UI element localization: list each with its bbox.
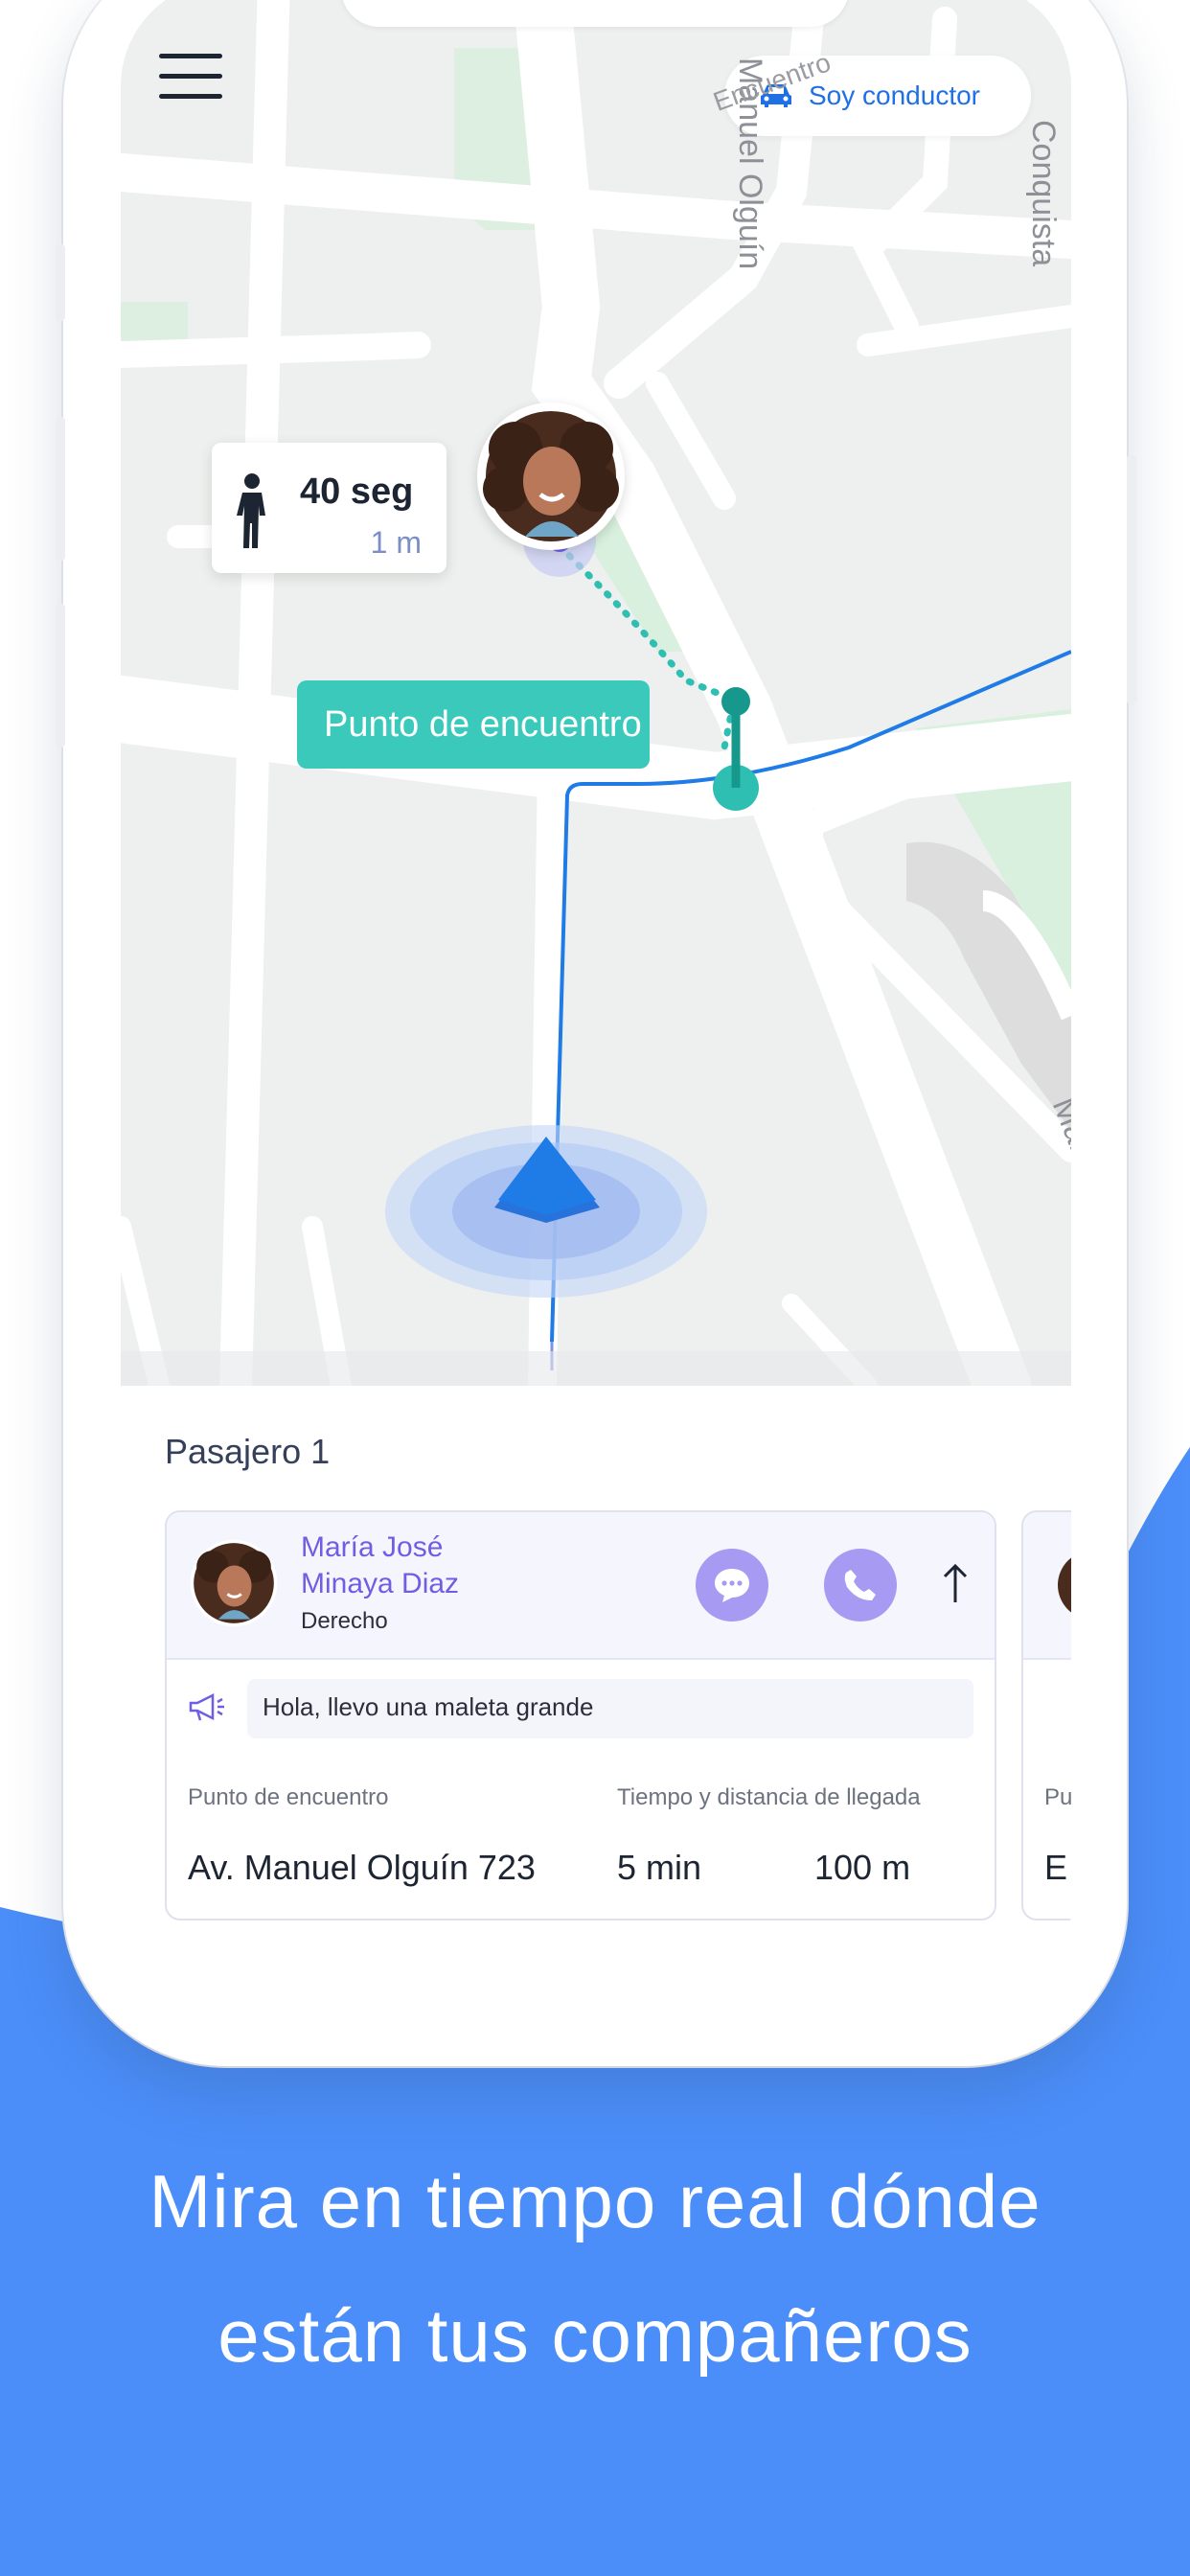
avatar	[190, 1539, 278, 1627]
menu-icon-bar	[159, 74, 222, 79]
meeting-point-label[interactable]: Punto de encuentro	[297, 680, 650, 769]
arrival-time: 5 min	[617, 1848, 702, 1887]
chat-button[interactable]	[696, 1549, 768, 1622]
street-label-conquista: Conquista	[1025, 120, 1062, 267]
passenger-name: María José Minaya Diaz	[301, 1530, 459, 1602]
arrival-field-label: Tiempo y distancia de llegada	[617, 1784, 921, 1810]
megaphone-icon	[189, 1692, 224, 1721]
phone-volume-down-button	[56, 604, 65, 748]
arrival-distance: 100 m	[814, 1848, 911, 1887]
chat-bubble-icon	[715, 1569, 749, 1602]
passenger-message: Hola, llevo una maleta grande	[247, 1679, 973, 1738]
meeting-point-address: Av. Manuel Olguín 723	[188, 1848, 536, 1887]
menu-button[interactable]	[159, 54, 222, 102]
walking-person-icon	[237, 473, 265, 548]
phone-screen: Soy conductor Manuel Olguín Conquista En…	[121, 0, 1071, 2003]
walk-eta-card: 40 seg 1 m	[212, 443, 446, 573]
passenger-seat-side: Derecho	[301, 1608, 388, 1634]
next-card-value: E	[1044, 1848, 1068, 1887]
caption-line-1: Mira en tiempo real dónde	[149, 2159, 1041, 2243]
menu-icon-bar	[159, 94, 222, 99]
passenger-message-row: Hola, llevo una maleta grande	[167, 1658, 995, 1754]
arrow-up-icon[interactable]	[941, 1562, 970, 1604]
passenger-card[interactable]: María José Minaya Diaz Derecho Hola, lle…	[165, 1510, 996, 1920]
call-button[interactable]	[824, 1549, 897, 1622]
walk-distance: 1 m	[370, 525, 422, 560]
next-card-label: Pu	[1044, 1784, 1071, 1810]
avatar	[1058, 1551, 1071, 1620]
meeting-point-field-label: Punto de encuentro	[188, 1784, 389, 1810]
next-passenger-card[interactable]: Pu E	[1021, 1510, 1071, 1920]
panel-title: Pasajero 1	[165, 1432, 331, 1471]
menu-icon	[159, 54, 222, 58]
passenger-card-header: María José Minaya Diaz Derecho	[167, 1512, 995, 1660]
passenger-message-text: Hola, llevo una maleta grande	[263, 1692, 594, 1721]
meeting-point-text: Punto de encuentro	[324, 703, 642, 745]
phone-power-button	[1127, 455, 1136, 704]
passenger-panel: Pasajero 1 María José Minaya Diaz Derech…	[121, 1386, 1071, 2003]
phone-notch	[341, 0, 849, 27]
next-passenger-card-header	[1023, 1512, 1071, 1660]
avatar	[483, 411, 619, 541]
caption-line-2: están tus compañeros	[217, 2293, 973, 2378]
phone-volume-up-button	[56, 417, 65, 561]
phone-mute-button	[56, 244, 65, 321]
driver-mode-label: Soy conductor	[809, 80, 980, 110]
phone-icon	[844, 1570, 876, 1600]
passenger-map-avatar[interactable]	[477, 402, 625, 550]
passenger-name-line1: María José	[301, 1531, 444, 1563]
walk-time: 40 seg	[300, 472, 414, 512]
passenger-name-line2: Minaya Diaz	[301, 1568, 460, 1599]
